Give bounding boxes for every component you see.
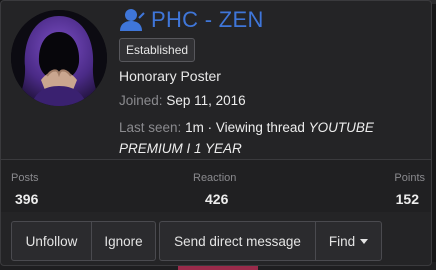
last-seen-activity: Viewing thread [215,120,305,135]
unfollow-button[interactable]: Unfollow [12,222,91,260]
last-seen-info: Last seen: 1m · Viewing thread YOUTUBE P… [119,117,419,159]
username-row: PHC - ZEN [119,5,264,35]
points-label: Points [394,172,425,184]
user-icon [119,7,145,33]
find-label: Find [328,233,356,249]
message-find-group: Send direct message Find [159,221,382,261]
reaction-label: Reaction [193,172,237,184]
joined-value: Sep 11, 2016 [166,93,246,108]
joined-label: Joined: [119,93,163,108]
joined-info: Joined: Sep 11, 2016 [119,93,246,108]
last-seen-label: Last seen: [119,120,182,135]
username-link[interactable]: PHC - ZEN [151,7,264,33]
caret-down-icon [360,238,369,244]
member-tooltip-card: PHC - ZEN Established Honorary Poster Jo… [0,0,432,266]
points-value[interactable]: 152 [396,191,419,207]
follow-ignore-group: Unfollow Ignore [11,221,156,261]
posts-label: Posts [11,172,39,184]
find-button[interactable]: Find [315,222,381,260]
ignore-button[interactable]: Ignore [91,222,155,260]
user-title: Honorary Poster [119,68,221,84]
avatar[interactable] [11,10,107,106]
posts-value[interactable]: 396 [15,191,38,207]
last-seen-time: 1m [185,120,204,135]
send-message-button[interactable]: Send direct message [160,222,315,260]
last-seen-separator: · [203,120,216,135]
status-badge: Established [119,38,196,62]
reaction-value: 426 [205,191,229,207]
